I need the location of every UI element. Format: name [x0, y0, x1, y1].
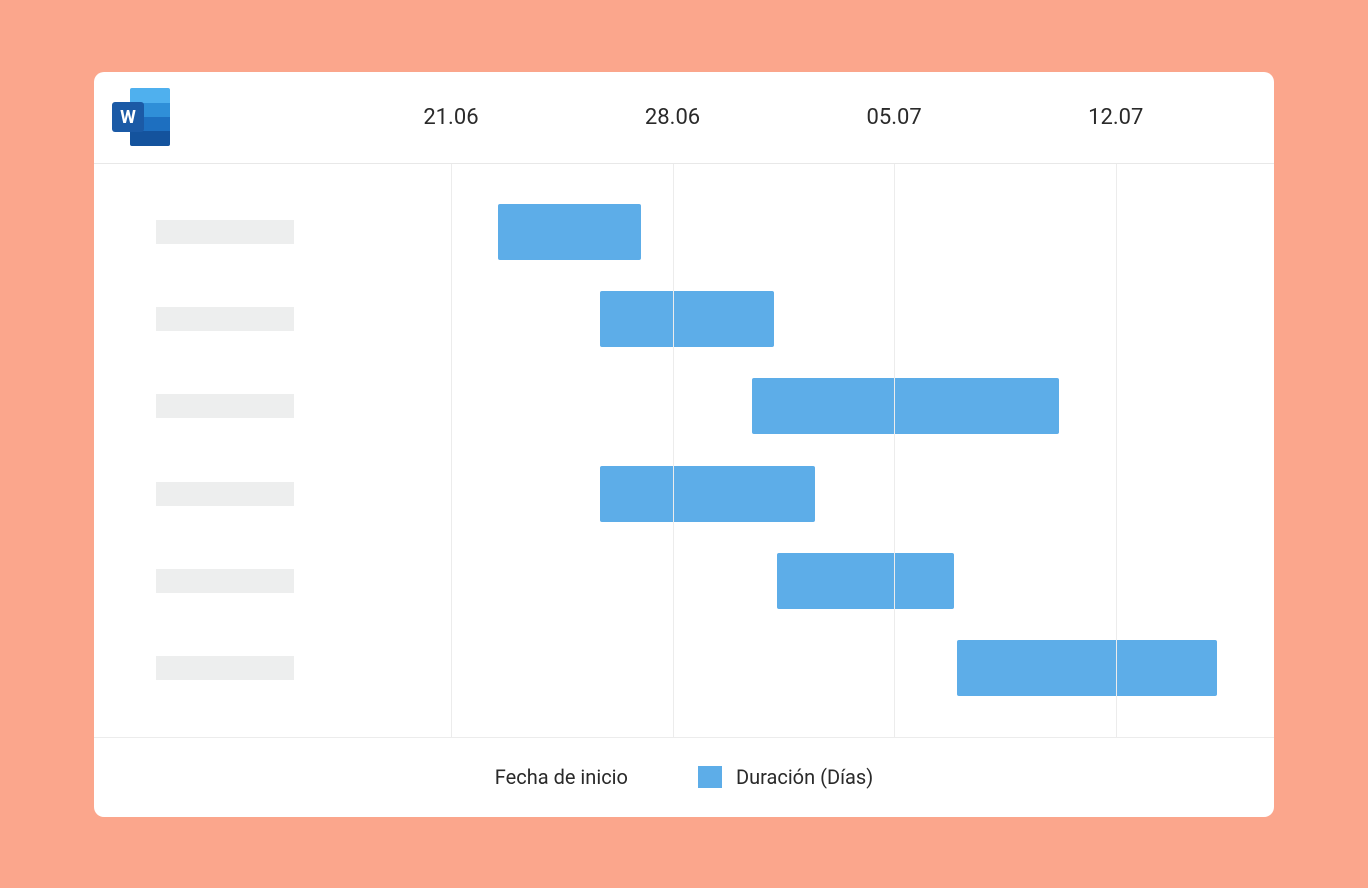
- chart-legend: Fecha de inicio Duración (Días): [94, 737, 1274, 817]
- gantt-bar: [777, 553, 954, 609]
- date-tick: 05.07: [866, 105, 921, 130]
- grid-line: [673, 164, 674, 737]
- grid-line: [1116, 164, 1117, 737]
- gantt-card: W 21.0628.0605.0712.07 Fecha de inicio D…: [94, 72, 1274, 817]
- gantt-bar: [957, 640, 1217, 696]
- task-label-placeholder: [156, 394, 294, 418]
- date-axis: 21.06 28.06 05.07 12.07: [94, 72, 1274, 163]
- date-tick: 21.06: [423, 105, 478, 130]
- gantt-bar: [498, 204, 640, 260]
- task-label-placeholder: [156, 656, 294, 680]
- gantt-row: [356, 640, 1274, 696]
- gantt-header: W 21.0628.0605.0712.07: [94, 72, 1274, 164]
- legend-start-date: Fecha de inicio: [495, 765, 628, 789]
- date-tick: 12.07: [1088, 105, 1143, 130]
- gantt-bar: [600, 291, 774, 347]
- grid-line: [451, 164, 452, 737]
- legend-duration-label: Duración (Días): [736, 765, 873, 789]
- task-label-placeholder: [156, 220, 294, 244]
- gantt-row: [356, 204, 1274, 260]
- legend-duration: Duración (Días): [698, 765, 873, 789]
- task-label-column: [94, 164, 356, 737]
- gantt-row: [356, 553, 1274, 609]
- chart-body: [94, 164, 1274, 737]
- gantt-row: [356, 466, 1274, 522]
- date-tick: 28.06: [645, 105, 700, 130]
- gantt-row: [356, 378, 1274, 434]
- legend-start-label: Fecha de inicio: [495, 765, 628, 789]
- task-label-placeholder: [156, 482, 294, 506]
- gantt-row: [356, 291, 1274, 347]
- task-label-placeholder: [156, 569, 294, 593]
- task-label-placeholder: [156, 307, 294, 331]
- legend-swatch: [698, 766, 722, 788]
- timeline-area: [356, 164, 1274, 737]
- grid-line: [894, 164, 895, 737]
- gantt-bar: [600, 466, 815, 522]
- gantt-bar: [752, 378, 1059, 434]
